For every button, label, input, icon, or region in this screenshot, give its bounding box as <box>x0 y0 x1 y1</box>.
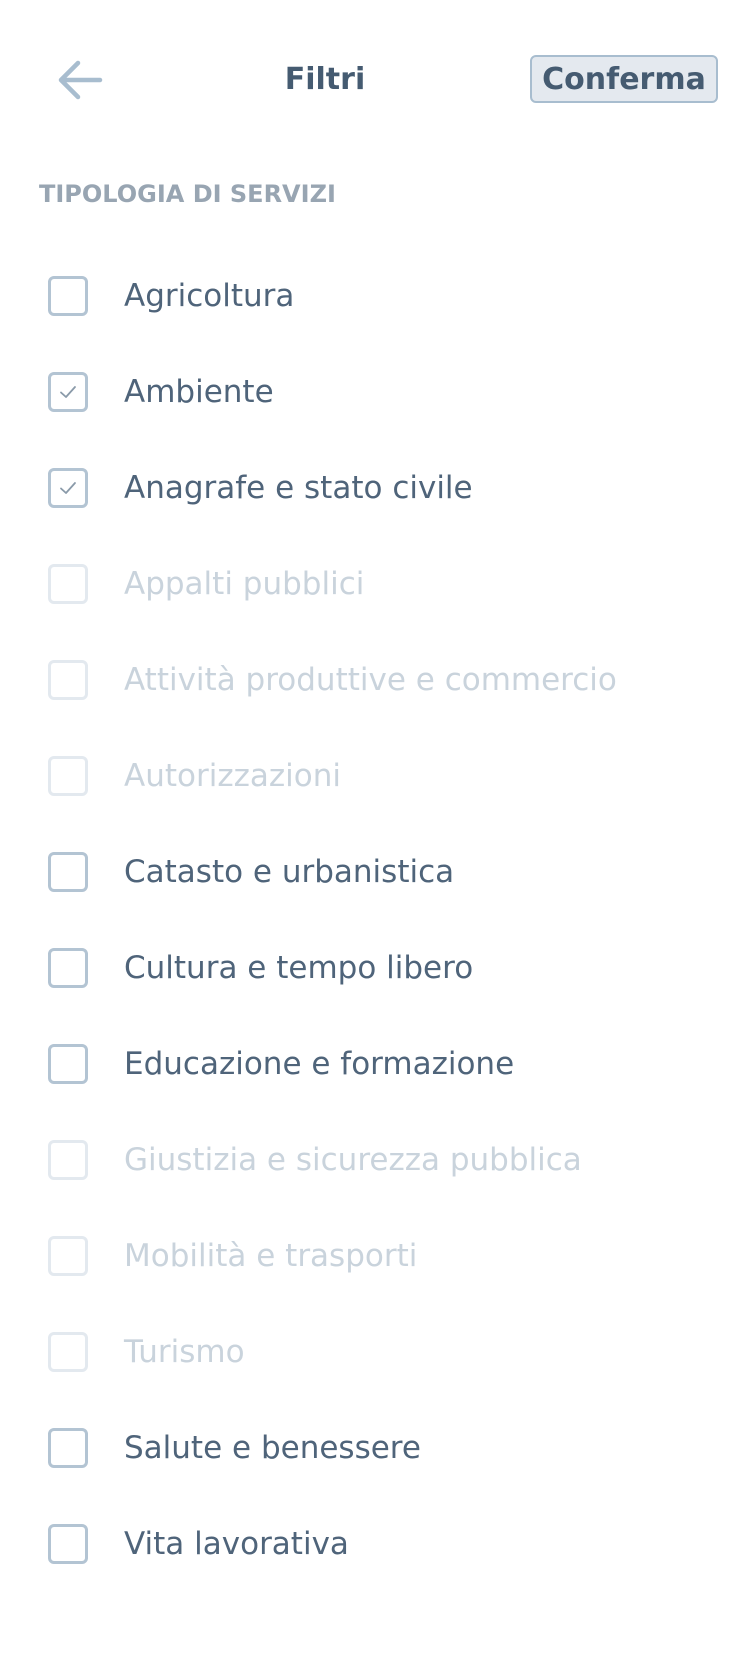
filter-item: Mobilità e trasporti <box>0 1208 750 1304</box>
filter-item-label: Attività produttive e commercio <box>124 662 617 698</box>
filter-item-label: Catasto e urbanistica <box>124 854 455 890</box>
filter-item[interactable]: Vita lavorativa <box>0 1496 750 1592</box>
check-icon <box>60 482 76 494</box>
filter-item-label: Vita lavorativa <box>124 1526 349 1562</box>
header: Filtri Conferma <box>0 0 750 160</box>
checkbox <box>48 1236 88 1276</box>
filter-item-label: Appalti pubblici <box>124 566 365 602</box>
filter-item-label: Giustizia e sicurezza pubblica <box>124 1142 582 1178</box>
checkbox <box>48 756 88 796</box>
filter-item[interactable]: Catasto e urbanistica <box>0 824 750 920</box>
checkbox[interactable] <box>48 1428 88 1468</box>
checkbox <box>48 660 88 700</box>
filter-item: Turismo <box>0 1304 750 1400</box>
confirm-button[interactable]: Conferma <box>530 55 718 103</box>
filter-item-label: Mobilità e trasporti <box>124 1238 418 1274</box>
filter-item-label: Anagrafe e stato civile <box>124 470 473 506</box>
filter-item: Attività produttive e commercio <box>0 632 750 728</box>
checkbox[interactable] <box>48 1044 88 1084</box>
filter-item: Appalti pubblici <box>0 536 750 632</box>
filter-item[interactable]: Agricoltura <box>0 248 750 344</box>
filter-item-label: Cultura e tempo libero <box>124 950 474 986</box>
filter-list: Agricoltura Ambiente Anagrafe e stato civi… <box>0 248 750 1592</box>
filter-item[interactable]: Educazione e formazione <box>0 1016 750 1112</box>
checkbox <box>48 1332 88 1372</box>
filter-item-label: Turismo <box>124 1334 245 1370</box>
filter-item-label: Educazione e formazione <box>124 1046 515 1082</box>
checkbox[interactable] <box>48 852 88 892</box>
check-icon <box>60 386 76 398</box>
checkbox[interactable] <box>48 948 88 988</box>
checkbox <box>48 564 88 604</box>
filter-item[interactable]: Anagrafe e stato civile <box>0 440 750 536</box>
filter-item-label: Salute e benessere <box>124 1430 421 1466</box>
section-title: TIPOLOGIA DI SERVIZI <box>39 180 336 208</box>
filter-item: Autorizzazioni <box>0 728 750 824</box>
checkbox[interactable] <box>48 1524 88 1564</box>
filter-item[interactable]: Ambiente <box>0 344 750 440</box>
checkbox[interactable] <box>48 468 88 508</box>
filter-item: Giustizia e sicurezza pubblica <box>0 1112 750 1208</box>
filter-item-label: Agricoltura <box>124 278 295 314</box>
filter-item-label: Autorizzazioni <box>124 758 341 794</box>
filter-item[interactable]: Salute e benessere <box>0 1400 750 1496</box>
checkbox <box>48 1140 88 1180</box>
filter-item[interactable]: Cultura e tempo libero <box>0 920 750 1016</box>
checkbox[interactable] <box>48 276 88 316</box>
checkbox[interactable] <box>48 372 88 412</box>
filter-item-label: Ambiente <box>124 374 274 410</box>
